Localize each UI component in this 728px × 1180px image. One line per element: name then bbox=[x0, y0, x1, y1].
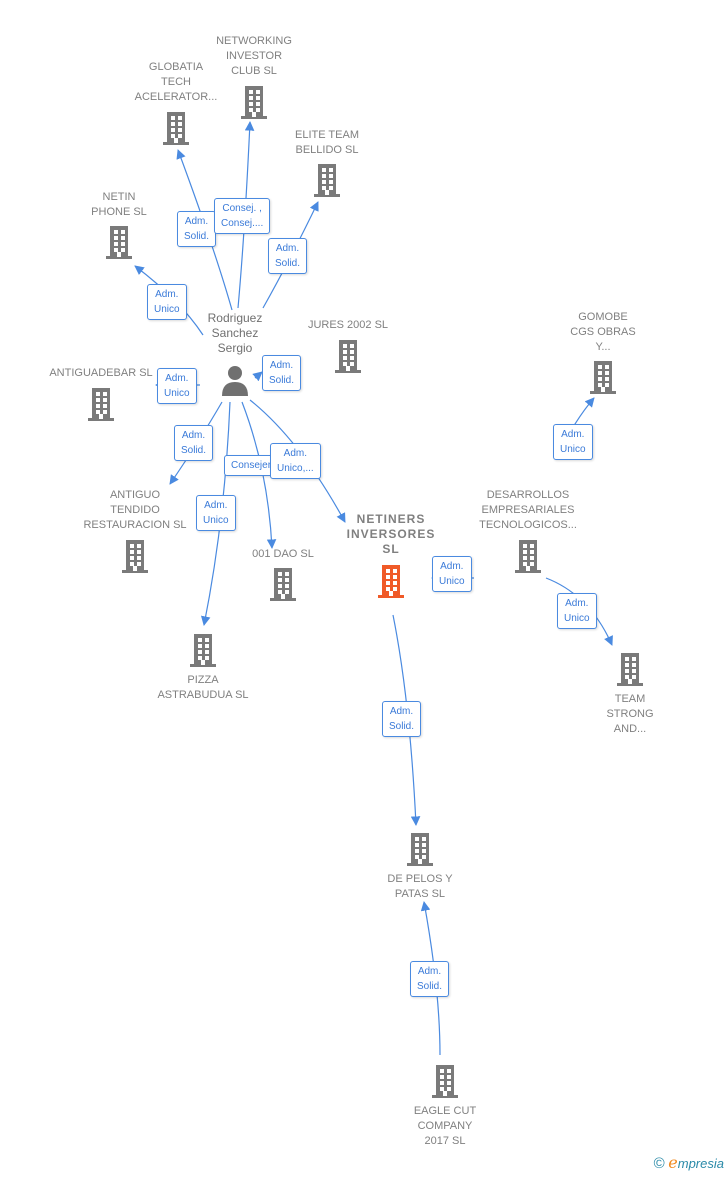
relation-label[interactable]: Consej. , Consej.... bbox=[214, 198, 271, 234]
relation-label[interactable]: Adm. Unico bbox=[557, 593, 597, 629]
company-name[interactable]: ELITE TEAM BELLIDO SL bbox=[262, 128, 392, 158]
relation-label[interactable]: Adm. Unico bbox=[196, 495, 236, 531]
company-building-icon[interactable] bbox=[404, 831, 436, 867]
company-name[interactable]: ANTIGUO TENDIDO RESTAURACION SL bbox=[70, 488, 200, 533]
relation-edge bbox=[252, 371, 263, 382]
company-building-icon[interactable] bbox=[429, 1063, 461, 1099]
logo-initial: e bbox=[668, 1153, 678, 1172]
company-name[interactable]: DE PELOS Y PATAS SL bbox=[355, 872, 485, 902]
company-building-icon[interactable] bbox=[267, 566, 299, 602]
person-icon[interactable] bbox=[219, 362, 251, 398]
relation-label[interactable]: Adm. Unico bbox=[432, 556, 472, 592]
company-name[interactable]: DESARROLLOS EMPRESARIALES TECNOLOGICOS..… bbox=[463, 488, 593, 533]
edges-layer bbox=[134, 121, 613, 1056]
relation-label[interactable]: Adm. Unico,... bbox=[270, 443, 321, 479]
relation-label[interactable]: Adm. Unico bbox=[157, 368, 197, 404]
company-building-icon[interactable] bbox=[187, 632, 219, 668]
company-name[interactable]: PIZZA ASTRABUDUA SL bbox=[138, 673, 268, 703]
focus-company-building-icon[interactable] bbox=[375, 563, 407, 599]
company-name[interactable]: GOMOBE CGS OBRAS Y... bbox=[538, 310, 668, 355]
logo-text: mpresia bbox=[677, 1156, 724, 1171]
company-building-icon[interactable] bbox=[103, 224, 135, 260]
company-building-icon[interactable] bbox=[332, 338, 364, 374]
company-building-icon[interactable] bbox=[614, 651, 646, 687]
company-building-icon[interactable] bbox=[85, 386, 117, 422]
relation-label[interactable]: Adm. Solid. bbox=[410, 961, 450, 997]
relation-label[interactable]: Adm. Solid. bbox=[262, 355, 302, 391]
company-building-icon[interactable] bbox=[119, 538, 151, 574]
copyright-symbol: © bbox=[653, 1155, 665, 1172]
relation-label[interactable]: Adm. Unico bbox=[553, 424, 593, 460]
person-name[interactable]: Rodriguez Sanchez Sergio bbox=[170, 311, 300, 356]
company-name[interactable]: NETIN PHONE SL bbox=[54, 190, 184, 220]
company-building-icon[interactable] bbox=[587, 359, 619, 395]
relation-label[interactable]: Adm. Solid. bbox=[382, 701, 422, 737]
relation-label[interactable]: Adm. Solid. bbox=[177, 211, 217, 247]
relation-label[interactable]: Adm. Unico bbox=[147, 284, 187, 320]
company-name[interactable]: NETWORKING INVESTOR CLUB SL bbox=[189, 34, 319, 79]
company-name[interactable]: TEAM STRONG AND... bbox=[565, 692, 695, 737]
relation-label[interactable]: Adm. Solid. bbox=[174, 425, 214, 461]
company-name[interactable]: ANTIGUADEBAR SL bbox=[36, 366, 166, 381]
network-diagram: © empresia GLOBATIA TECH ACELERATOR... NE… bbox=[0, 0, 728, 1180]
company-building-icon[interactable] bbox=[311, 162, 343, 198]
relation-label[interactable]: Adm. Solid. bbox=[268, 238, 308, 274]
company-building-icon[interactable] bbox=[160, 110, 192, 146]
company-name[interactable]: EAGLE CUT COMPANY 2017 SL bbox=[380, 1104, 510, 1149]
company-building-icon[interactable] bbox=[238, 84, 270, 120]
company-building-icon[interactable] bbox=[512, 538, 544, 574]
company-name[interactable]: NETINERS INVERSORES SL bbox=[326, 512, 456, 557]
empresia-logo: © empresia bbox=[654, 1153, 724, 1172]
company-name[interactable]: JURES 2002 SL bbox=[283, 318, 413, 333]
